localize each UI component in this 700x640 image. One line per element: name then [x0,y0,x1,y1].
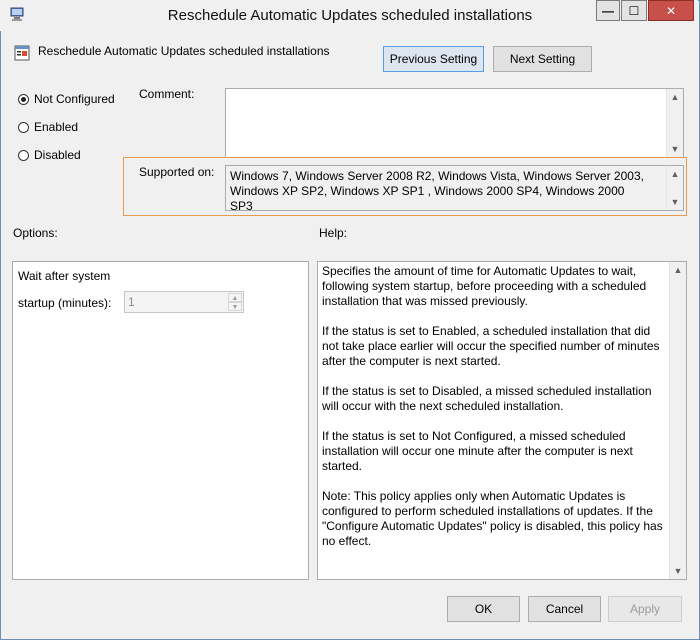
radio-unselected-icon [18,149,29,161]
help-paragraph: If the status is set to Not Configured, … [322,429,633,473]
scroll-up-arrow-icon[interactable]: ▲ [667,166,683,182]
options-heading: Options: [13,226,58,240]
scroll-down-arrow-icon[interactable]: ▼ [667,141,683,157]
minimize-icon: — [602,3,614,18]
radio-unselected-icon [18,121,29,133]
help-paragraph: Note: This policy applies only when Auto… [322,489,663,548]
supported-scrollbar[interactable]: ▲ ▼ [666,166,683,210]
startup-minutes-label: startup (minutes): [18,296,112,310]
supported-on-value: Windows 7, Windows Server 2008 R2, Windo… [230,169,644,213]
minimize-button[interactable]: — [596,0,620,21]
next-setting-label: Next Setting [509,52,576,66]
radio-enabled-label: Enabled [34,120,79,134]
startup-minutes-spinbox[interactable]: 1 ▲ ▼ [124,291,244,313]
policy-setting-icon [14,45,30,61]
supported-on-field[interactable]: Windows 7, Windows Server 2008 R2, Windo… [225,165,684,213]
ok-button[interactable]: OK [447,596,520,622]
apply-label: Apply [629,602,661,616]
scroll-down-arrow-icon[interactable]: ▼ [667,194,683,210]
apply-button[interactable]: Apply [608,596,682,622]
setting-title: Reschedule Automatic Updates scheduled i… [38,44,330,58]
scroll-down-arrow-icon[interactable]: ▼ [670,563,686,579]
title-bar[interactable]: Reschedule Automatic Updates scheduled i… [0,0,698,31]
maximize-icon: ☐ [628,3,640,18]
ok-label: OK [474,602,493,616]
radio-disabled[interactable]: Disabled [18,148,81,162]
radio-disabled-label: Disabled [34,148,81,162]
help-paragraph: If the status is set to Disabled, a miss… [322,384,652,413]
cancel-button[interactable]: Cancel [528,596,601,622]
help-heading: Help: [319,226,348,240]
radio-not-configured[interactable]: Not Configured [18,92,115,106]
radio-enabled[interactable]: Enabled [18,120,78,134]
previous-setting-button[interactable]: Previous Setting [383,46,484,72]
supported-on-label: Supported on: [139,165,215,179]
help-text: Specifies the amount of time for Automat… [322,264,668,564]
comment-scrollbar[interactable]: ▲ ▼ [666,89,683,157]
help-paragraph: If the status is set to Enabled, a sched… [322,324,660,368]
help-scrollbar[interactable]: ▲ ▼ [669,262,686,579]
spin-down-arrow-icon[interactable]: ▼ [228,302,242,311]
help-panel: Specifies the amount of time for Automat… [317,261,687,580]
cancel-label: Cancel [545,602,584,616]
scroll-up-arrow-icon[interactable]: ▲ [670,262,686,278]
radio-selected-icon [18,93,29,105]
close-button[interactable]: ✕ [648,0,694,21]
radio-not-configured-label: Not Configured [34,92,115,106]
help-paragraph: Specifies the amount of time for Automat… [322,264,647,308]
scroll-up-arrow-icon[interactable]: ▲ [667,89,683,105]
startup-minutes-value: 1 [128,295,135,309]
spin-up-arrow-icon[interactable]: ▲ [228,293,242,302]
close-icon: ✕ [665,3,677,18]
next-setting-button[interactable]: Next Setting [493,46,592,72]
maximize-button[interactable]: ☐ [621,0,647,21]
previous-setting-label: Previous Setting [389,52,478,66]
wait-after-label: Wait after system [18,269,111,283]
comment-label: Comment: [139,87,195,101]
window-title: Reschedule Automatic Updates scheduled i… [167,7,533,24]
comment-textarea[interactable]: ▲ ▼ [225,88,684,158]
